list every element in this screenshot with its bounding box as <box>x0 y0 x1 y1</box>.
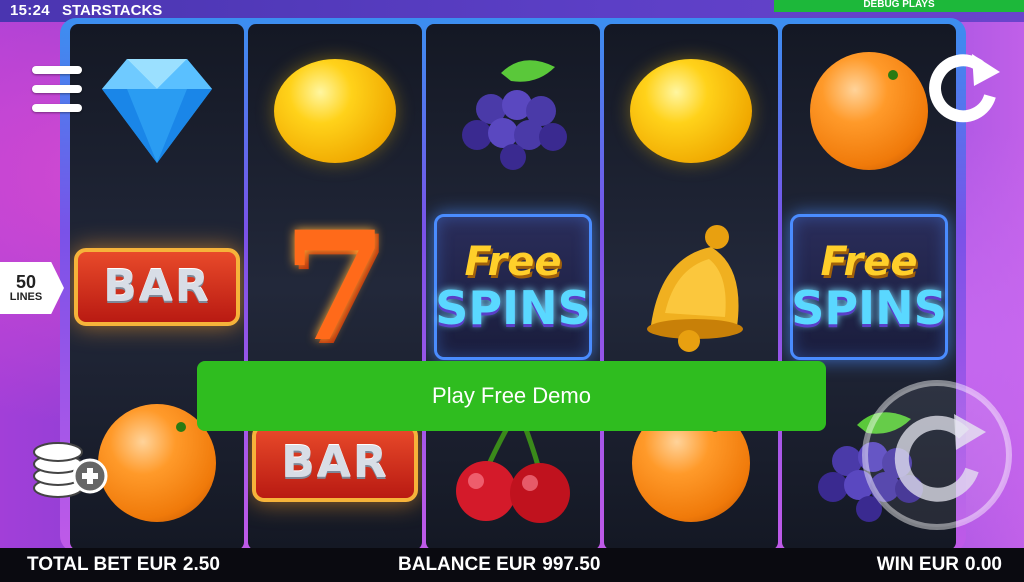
symbol-lemon <box>604 24 778 197</box>
symbol-diamond <box>70 24 244 197</box>
balance: BALANCE EUR 997.50 <box>398 554 600 576</box>
win-label: WIN EUR <box>876 554 960 575</box>
symbol-seven: 7 <box>248 200 422 373</box>
free-spins-symbol: Free SPINS <box>434 213 592 360</box>
bar-symbol: BAR <box>252 423 418 502</box>
total-bet-label: TOTAL BET EUR <box>27 554 177 575</box>
menu-button[interactable] <box>32 66 82 112</box>
free-spins-symbol: Free SPINS <box>790 213 948 360</box>
debug-plays-badge[interactable]: DEBUG PLAYS <box>774 0 1024 12</box>
symbol-free-spins: Free SPINS <box>782 200 956 373</box>
balance-label: BALANCE EUR <box>398 554 537 575</box>
coin-stack-plus-icon <box>33 442 108 498</box>
reel-4 <box>604 24 778 550</box>
bet-coins-button[interactable] <box>30 436 108 500</box>
bar-symbol: BAR <box>74 247 240 326</box>
hamburger-icon <box>32 66 82 74</box>
refresh-icon <box>929 54 1000 123</box>
symbol-bar: BAR <box>70 200 244 373</box>
bell-icon <box>647 224 743 352</box>
seven-icon: 7 <box>282 198 388 375</box>
game-title: STARSTACKS <box>62 2 163 19</box>
reel-3: Free SPINS <box>426 24 600 550</box>
lines-label: LINES <box>9 291 43 303</box>
play-free-demo-button[interactable]: Play Free Demo <box>197 361 826 431</box>
orange-icon <box>810 51 928 170</box>
lines-count: 50 <box>15 272 37 292</box>
bottom-info-bar: TOTAL BET EUR 2.50 BALANCE EUR 997.50 WI… <box>0 548 1024 582</box>
clock: 15:24 <box>10 2 50 19</box>
reels-grid: BAR 7 BAR Free SPINS Free SPINS <box>70 24 956 550</box>
total-bet[interactable]: TOTAL BET EUR 2.50 <box>27 554 220 576</box>
spin-button[interactable] <box>860 378 1014 532</box>
autoplay-button[interactable] <box>928 52 1002 126</box>
win-value: 0.00 <box>965 554 1002 575</box>
spin-icon <box>862 380 1012 530</box>
reel-2: 7 BAR <box>248 24 422 550</box>
game-stage: 15:24 STARSTACKS DEBUG PLAYS BAR 7 BAR F… <box>0 0 1024 582</box>
grapes-icon <box>462 59 567 170</box>
lines-selector[interactable]: 50 LINES <box>0 262 64 314</box>
balance-value: 997.50 <box>542 554 601 575</box>
symbol-free-spins: Free SPINS <box>426 200 600 373</box>
symbol-lemon <box>248 24 422 197</box>
symbol-grapes <box>426 24 600 197</box>
diamond-icon <box>102 58 212 163</box>
lemon-icon <box>274 58 396 163</box>
symbol-bell <box>604 200 778 373</box>
lemon-icon <box>630 58 752 163</box>
win: WIN EUR 0.00 <box>877 554 1002 576</box>
total-bet-value: 2.50 <box>182 554 220 575</box>
